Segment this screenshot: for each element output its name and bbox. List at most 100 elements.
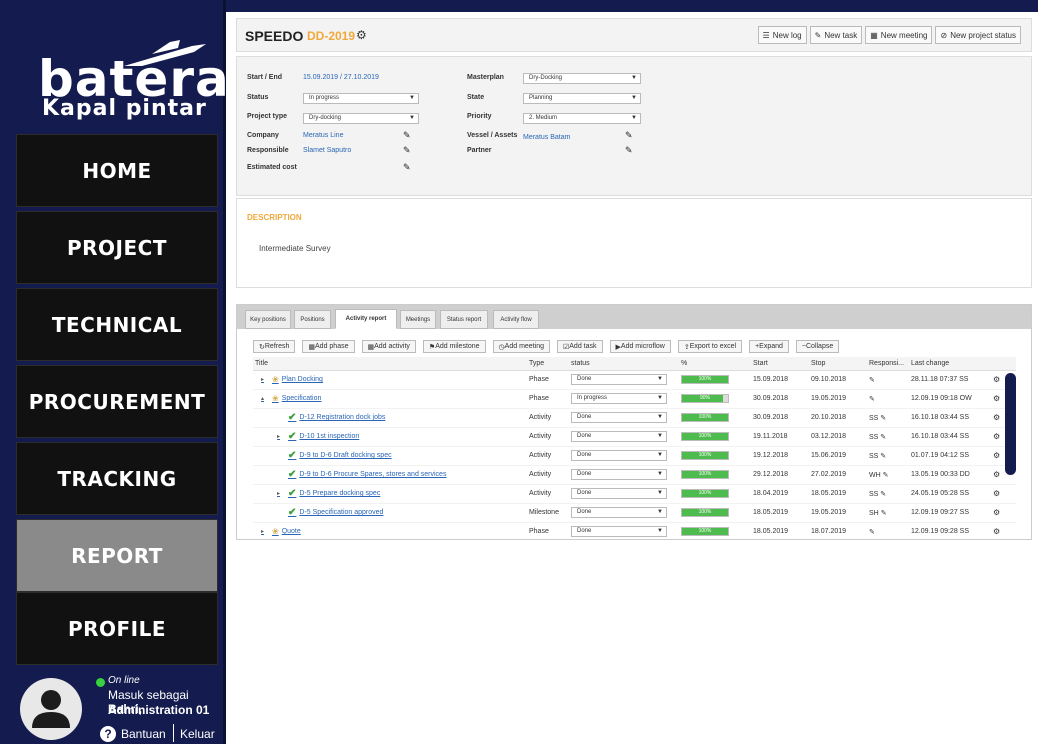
row-title[interactable]: D-12 Registration dock jobs: [299, 414, 385, 421]
status-select[interactable]: Done ▼: [571, 488, 667, 499]
cell-status[interactable]: In progress ▼: [569, 389, 679, 409]
row-title[interactable]: Plan Docking: [282, 376, 323, 383]
cell-row-settings[interactable]: ⚙: [991, 522, 1016, 539]
expand-toggle-icon[interactable]: ▸: [261, 376, 269, 383]
cell-title[interactable]: ▸ ✔ D-5 Prepare docking spec: [253, 484, 527, 504]
cell-status[interactable]: Done ▼: [569, 370, 679, 390]
scrollbar-thumb[interactable]: [1005, 373, 1016, 475]
table-row[interactable]: ▸ ❀ Plan Docking Phase Done ▼ 100% 15.09.2018 09…: [253, 370, 1016, 390]
cell-title[interactable]: ✔ D-5 Specification approved: [253, 503, 527, 523]
add-meeting-button[interactable]: ◷ Add meeting: [492, 340, 550, 353]
cell-status[interactable]: Done ▼: [569, 484, 679, 504]
cell-title[interactable]: ▸ ❀ Quote: [253, 522, 527, 539]
pencil-icon[interactable]: ✎: [883, 472, 889, 479]
project-settings-icon[interactable]: ⚙: [356, 28, 367, 42]
cell-status[interactable]: Done ▼: [569, 446, 679, 466]
gear-icon[interactable]: ⚙: [993, 413, 1000, 422]
cell-title[interactable]: ✔ D-9 to D-6 Draft docking spec: [253, 446, 527, 466]
pencil-icon[interactable]: ✎: [881, 510, 887, 517]
row-title[interactable]: D-9 to D-6 Procure Spares, stores and se…: [299, 471, 446, 478]
tab-meetings[interactable]: Meetings: [400, 310, 436, 329]
tab-activity-report[interactable]: Activity report: [335, 309, 397, 329]
logout-link[interactable]: Keluar: [180, 727, 215, 741]
expand-toggle-icon[interactable]: ▴: [261, 395, 269, 402]
status-select[interactable]: In progress ▼: [303, 93, 419, 104]
cell-title[interactable]: ✔ D-9 to D-6 Procure Spares, stores and s…: [253, 465, 527, 485]
new-project-status-button[interactable]: ⊘ New project status: [935, 26, 1021, 44]
priority-select[interactable]: 2. Medium ▼: [523, 113, 641, 124]
cell-responsible[interactable]: SH ✎: [867, 503, 909, 523]
nav-technical[interactable]: TECHNICAL: [16, 288, 218, 361]
status-select[interactable]: Done ▼: [571, 412, 667, 423]
table-row[interactable]: ▴ ❀ Specification Phase In progress ▼ 90% 30.09…: [253, 389, 1016, 409]
tab-activity-flow[interactable]: Activity flow: [493, 310, 539, 329]
gear-icon[interactable]: ⚙: [993, 451, 1000, 460]
pencil-icon[interactable]: ✎: [880, 415, 886, 422]
collapse-button[interactable]: − Collapse: [795, 340, 840, 353]
cell-status[interactable]: Done ▼: [569, 503, 679, 523]
expand-button[interactable]: + Expand: [749, 340, 789, 353]
table-row[interactable]: ▸ ✔ D-10 1st inspection Activity Done ▼ 100% 19…: [253, 427, 1016, 447]
table-row[interactable]: ▸ ❀ Quote Phase Done ▼ 100% 18.05.2019 18.07.201…: [253, 522, 1016, 539]
pencil-icon[interactable]: ✎: [880, 453, 886, 460]
state-select[interactable]: Planning ▼: [523, 93, 641, 104]
table-row[interactable]: ✔ D-9 to D-6 Procure Spares, stores and s…: [253, 465, 1016, 485]
cell-responsible[interactable]: ✎: [867, 522, 909, 539]
start-end-value[interactable]: 15.09.2019 / 27.10.2019: [303, 74, 379, 81]
add-phase-button[interactable]: ▦ Add phase: [302, 340, 355, 353]
edit-company-icon[interactable]: ✎: [403, 130, 411, 141]
col-percent[interactable]: %: [679, 357, 751, 371]
pencil-icon[interactable]: ✎: [880, 434, 886, 441]
cell-status[interactable]: Done ▼: [569, 408, 679, 428]
add-microflow-button[interactable]: ▶ Add microflow: [609, 340, 671, 353]
col-start[interactable]: Start: [751, 357, 809, 371]
gear-icon[interactable]: ⚙: [993, 394, 1000, 403]
cell-responsible[interactable]: ✎: [867, 389, 909, 409]
pencil-icon[interactable]: ✎: [869, 529, 875, 536]
vessel-value[interactable]: Meratus Batam: [523, 134, 570, 141]
col-last-change[interactable]: Last change: [909, 357, 991, 371]
nav-project[interactable]: PROJECT: [16, 211, 218, 284]
gear-icon[interactable]: ⚙: [993, 375, 1000, 384]
cell-responsible[interactable]: ✎: [867, 370, 909, 390]
cell-status[interactable]: Done ▼: [569, 522, 679, 539]
row-title[interactable]: D-9 to D-6 Draft docking spec: [299, 452, 391, 459]
add-task-button[interactable]: ☑ Add task: [556, 340, 603, 353]
new-task-button[interactable]: ✎ New task: [809, 26, 863, 44]
new-log-button[interactable]: ☰ New log: [757, 26, 807, 44]
col-type[interactable]: Type: [527, 357, 569, 371]
expand-toggle-icon[interactable]: ▸: [277, 490, 285, 497]
nav-procurement[interactable]: PROCUREMENT: [16, 365, 218, 438]
table-row[interactable]: ▸ ✔ D-5 Prepare docking spec Activity Done ▼ 1…: [253, 484, 1016, 504]
gear-icon[interactable]: ⚙: [993, 489, 1000, 498]
cell-responsible[interactable]: SS ✎: [867, 484, 909, 504]
col-title[interactable]: Title: [253, 357, 527, 371]
status-select[interactable]: Done ▼: [571, 469, 667, 480]
cell-responsible[interactable]: WH ✎: [867, 465, 909, 485]
row-title[interactable]: Quote: [282, 528, 301, 535]
expand-toggle-icon[interactable]: ▸: [261, 528, 269, 535]
cell-responsible[interactable]: SS ✎: [867, 446, 909, 466]
project-type-select[interactable]: Dry-docking ▼: [303, 113, 419, 124]
company-value[interactable]: Meratus Line: [303, 132, 343, 139]
gear-icon[interactable]: ⚙: [993, 508, 1000, 517]
status-select[interactable]: Done ▼: [571, 450, 667, 461]
edit-vessel-icon[interactable]: ✎: [625, 130, 633, 141]
nav-profile[interactable]: PROFILE: [16, 592, 218, 665]
masterplan-select[interactable]: Dry-Docking ▼: [523, 73, 641, 84]
status-select[interactable]: Done ▼: [571, 374, 667, 385]
tab-key-positions[interactable]: Key positions: [245, 310, 291, 329]
nav-tracking[interactable]: TRACKING: [16, 442, 218, 515]
status-select[interactable]: Done ▼: [571, 431, 667, 442]
cell-responsible[interactable]: SS ✎: [867, 408, 909, 428]
help-link[interactable]: ? Bantuan: [100, 726, 166, 742]
cell-title[interactable]: ▸ ✔ D-10 1st inspection: [253, 427, 527, 447]
pencil-icon[interactable]: ✎: [869, 377, 875, 384]
cell-title[interactable]: ▸ ❀ Plan Docking: [253, 370, 527, 390]
nav-report[interactable]: REPORT: [16, 519, 218, 592]
refresh-button[interactable]: ↻ Refresh: [253, 340, 296, 353]
cell-status[interactable]: Done ▼: [569, 465, 679, 485]
gear-icon[interactable]: ⚙: [993, 470, 1000, 479]
col-stop[interactable]: Stop: [809, 357, 867, 371]
table-row[interactable]: ✔ D-9 to D-6 Draft docking spec Activity Do…: [253, 446, 1016, 466]
